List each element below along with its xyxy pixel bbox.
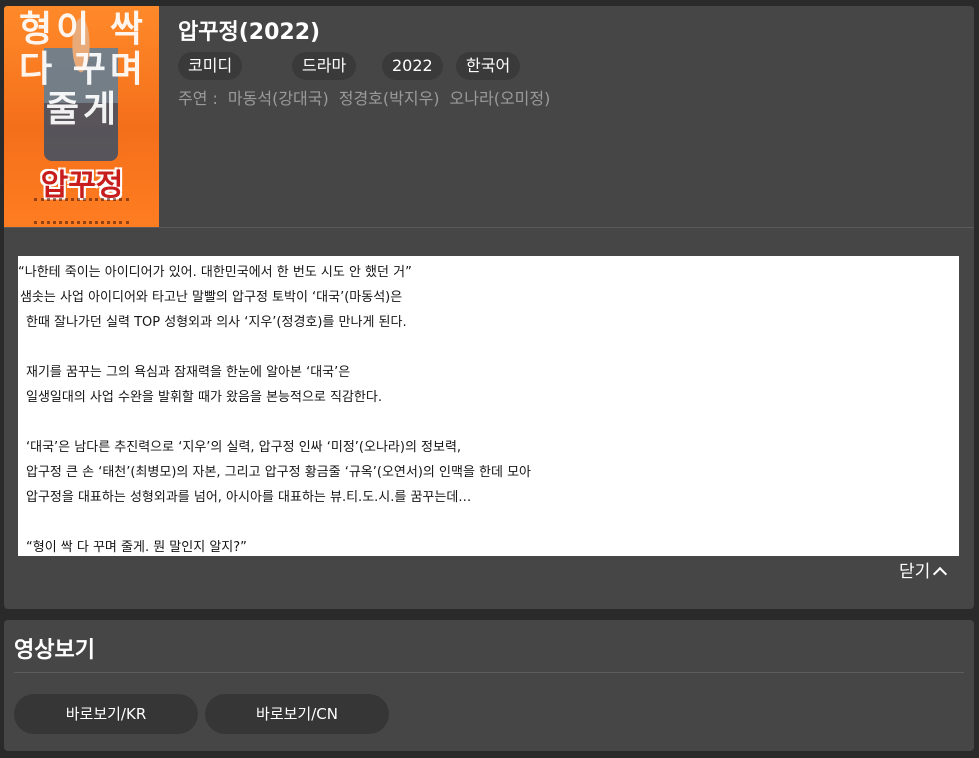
video-section: 영상보기 바로보기/KR 바로보기/CN: [4, 620, 974, 751]
cast-member: 마동석(강대국): [227, 89, 329, 108]
poster-credits: [34, 198, 129, 224]
watch-cn-button[interactable]: 바로보기/CN: [205, 694, 389, 734]
tag-language[interactable]: 한국어: [456, 52, 521, 80]
cast-member: 정경호(박지우): [338, 89, 440, 108]
cast-member: 오나라(오미정): [449, 89, 551, 108]
cast-list: 주연 : 마동석(강대국) 정경호(박지우) 오나라(오미정): [178, 85, 560, 109]
synopsis-line: 일생일대의 사업 수완을 발휘할 때가 왔음을 본능적으로 직감한다.: [26, 390, 382, 405]
movie-title: 압꾸정(2022): [178, 20, 321, 45]
synopsis-line: 압구정 큰 손 ‘태천’(최병모)의 자본, 그리고 압구정 황금줄 ‘규옥’(…: [26, 465, 532, 480]
synopsis-line: “형이 싹 다 꾸며 줄게. 뭔 말인지 알지?”: [26, 540, 247, 555]
synopsis-line: ‘대국’은 남다른 추진력으로 ‘지우’의 실력, 압구정 인싸 ‘미정’(오나…: [26, 440, 462, 455]
tag-year[interactable]: 2022: [382, 52, 443, 80]
collapse-synopsis-button[interactable]: 닫기: [899, 557, 948, 582]
watch-kr-button[interactable]: 바로보기/KR: [14, 694, 198, 734]
synopsis-line: 한때 잘나가던 실력 TOP 성형외과 의사 ‘지우’(정경호)를 만나게 된다…: [26, 315, 407, 330]
tag-genre-drama[interactable]: 드라마: [292, 52, 357, 80]
poster-headline: 형이 싹 다 꾸며 줄게: [19, 9, 147, 130]
section-title: 영상보기: [14, 638, 95, 663]
divider: [4, 227, 974, 228]
movie-info-panel: 형이 싹 다 꾸며 줄게 압꾸정 압꾸정(2022) 코미디 드라마 2022 …: [4, 6, 974, 609]
collapse-label: 닫기: [899, 562, 931, 582]
tag-genre-comedy[interactable]: 코미디: [178, 52, 243, 80]
synopsis-box: “나한테 죽이는 아이디어가 있어. 대한민국에서 한 번도 시도 안 했던 거…: [18, 256, 959, 556]
synopsis-line: 압구정을 대표하는 성형외과를 넘어, 아시아를 대표하는 뷰.티.도.시.를 …: [26, 490, 472, 505]
chevron-up-icon: [933, 566, 948, 582]
synopsis-line: 재기를 꿈꾸는 그의 욕심과 잠재력을 한눈에 알아본 ‘대국’은: [26, 365, 351, 380]
divider: [14, 672, 964, 673]
movie-poster: 형이 싹 다 꾸며 줄게 압꾸정: [4, 6, 159, 227]
synopsis-line: 샘솟는 사업 아이디어와 타고난 말빨의 압구정 토박이 ‘대국’(마동석)은: [20, 290, 403, 305]
synopsis-line: “나한테 죽이는 아이디어가 있어. 대한민국에서 한 번도 시도 안 했던 거…: [18, 265, 412, 280]
cast-label: 주연 :: [178, 89, 218, 108]
